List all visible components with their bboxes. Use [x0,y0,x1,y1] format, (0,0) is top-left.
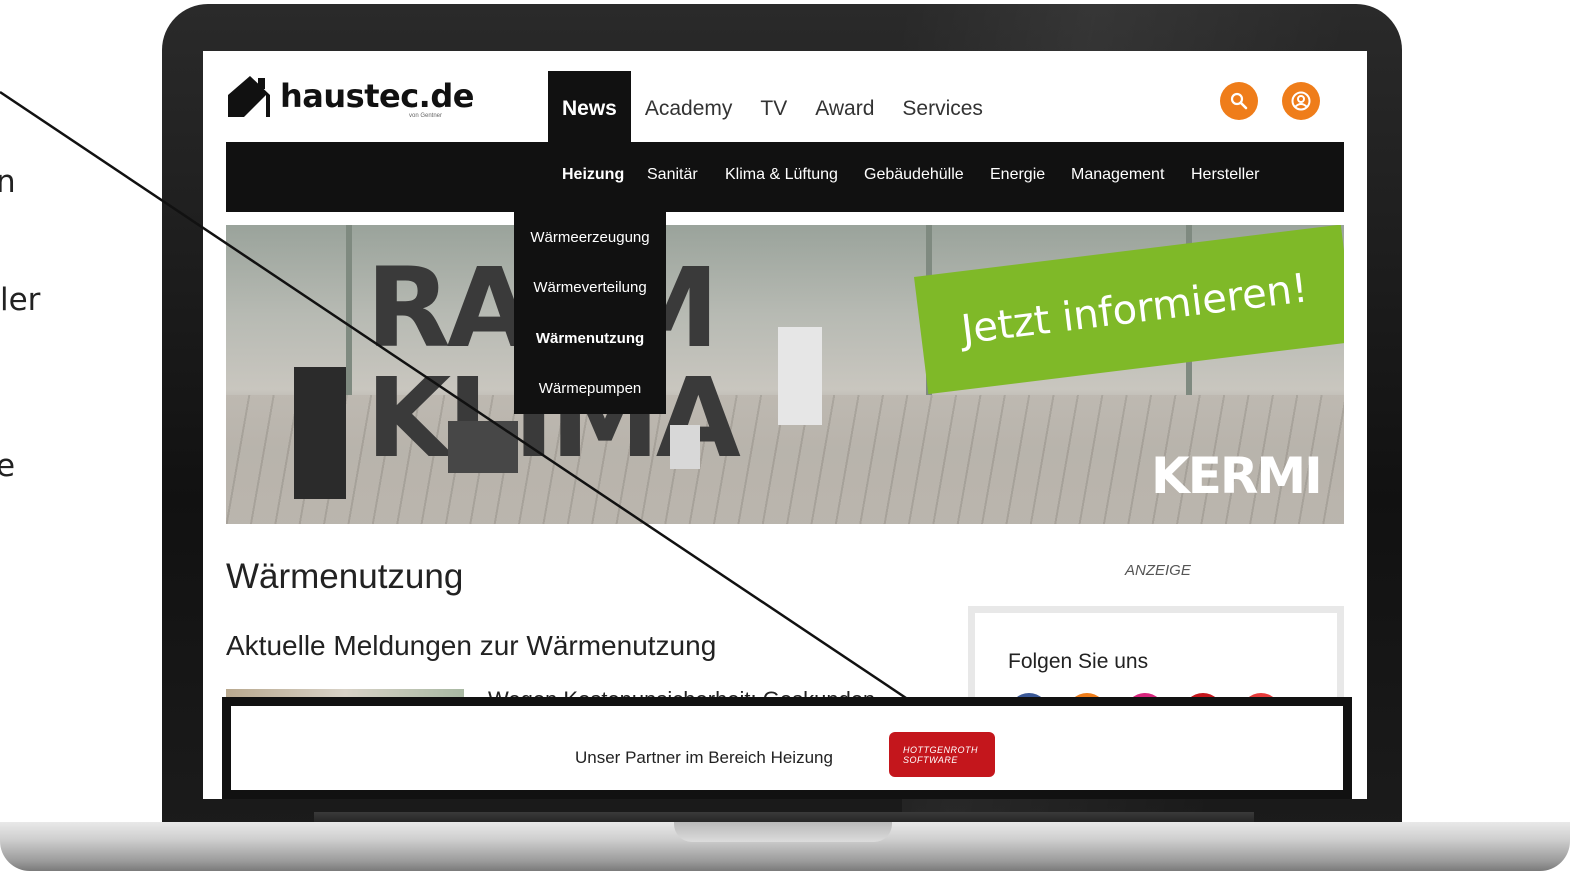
subnav-item-management[interactable]: Management [1071,166,1164,184]
logo-text: haustec.de [280,77,474,115]
search-icon [1230,92,1248,110]
hero-ad-banner[interactable]: RAUM KLIMA Jetzt informieren! KERMI [226,225,1344,524]
heat-pump-device [294,367,346,499]
nav-item-award[interactable]: Award [801,97,888,143]
subnav-item-hersteller[interactable]: Hersteller [1191,166,1259,184]
top-navigation: News Academy TV Award Services [548,63,997,143]
subnav-item-klima-lueftung[interactable]: Klima & Lüftung [725,166,838,184]
laptop-screen: haustec.de von Gentner News Academy TV A… [203,51,1367,799]
hero-cta-text: Jetzt informieren! [958,265,1311,354]
search-button[interactable] [1220,82,1258,120]
nav-item-news[interactable]: News [548,71,631,143]
subnav-item-energie[interactable]: Energie [990,166,1045,184]
partner-logo-line: SOFTWARE [903,754,958,765]
nav-item-tv[interactable]: TV [746,97,801,143]
nav-item-academy[interactable]: Academy [631,97,747,143]
laptop-hinge-notch [674,822,892,842]
page-title: Wärmenutzung [226,557,464,596]
brand-logo: KERMI [1151,447,1323,505]
follow-us-title: Folgen Sie uns [1008,650,1149,673]
partner-text: Unser Partner im Bereich Heizung [575,748,833,767]
partner-bar: Unser Partner im Bereich Heizung HOTTGEN… [222,697,1352,799]
window-frame [346,225,352,395]
air-unit-device [448,421,518,473]
text-fragment: ler [0,282,41,318]
text-fragment: e [0,448,16,484]
thermostat-device [670,425,700,469]
dropdown-item-waermenutzung[interactable]: Wärmenutzung [514,330,666,347]
hero-cta-banner[interactable]: Jetzt informieren! [914,225,1344,395]
section-heading: Aktuelle Meldungen zur Wärmenutzung [226,630,717,661]
logo-subtitle: von Gentner [409,113,443,119]
sub-navigation: Heizung Sanitär Klima & Lüftung Gebäudeh… [226,142,1344,212]
user-icon [1291,91,1311,111]
subnav-item-heizung[interactable]: Heizung [562,166,624,184]
site-logo[interactable]: haustec.de [226,65,486,127]
dropdown-item-waermeverteilung[interactable]: Wärmeverteilung [514,279,666,296]
subnav-item-gebaeudehuelle[interactable]: Gebäudehülle [864,166,964,184]
house-logo-icon [228,76,270,117]
radiator-device [778,327,822,425]
ad-label: ANZEIGE [1125,562,1191,579]
nav-item-services[interactable]: Services [888,97,997,143]
dropdown-item-waermeerzeugung[interactable]: Wärmeerzeugung [514,229,666,246]
partner-logo-line: HOTTGENROTH [903,744,978,755]
dropdown-item-waermepumpen[interactable]: Wärmepumpen [514,380,666,397]
heizung-dropdown-menu: Wärmeerzeugung Wärmeverteilung Wärmenutz… [514,212,666,414]
subnav-item-sanitaer[interactable]: Sanitär [647,166,698,184]
account-button[interactable] [1282,82,1320,120]
partner-logo[interactable]: HOTTGENROTH SOFTWARE [889,732,995,777]
text-fragment: n [0,164,16,200]
